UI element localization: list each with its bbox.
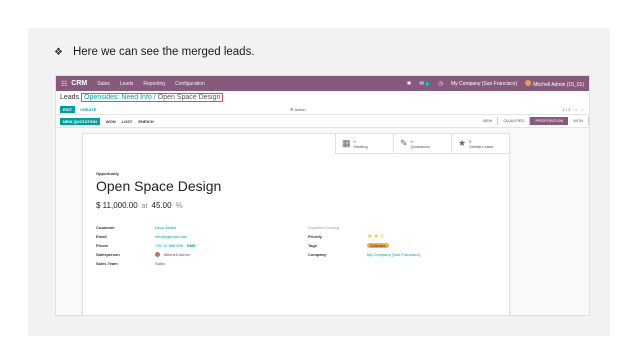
stage-pipeline: NEW QUALIFIED PROPOSITION WON [478,115,589,128]
similar-leads-label: Similar Leads [469,143,494,149]
similar-leads-smart-button[interactable]: ★ 5 Similar Leads [451,134,509,153]
top-navbar: ☷ CRM Sales Leads Reporting Configuratio… [56,76,589,91]
avatar [155,252,160,257]
grid-icon[interactable]: ☷ [61,80,67,88]
app-brand[interactable]: CRM [71,80,87,87]
chat-icon[interactable]: ✉ 1 [419,80,431,87]
chat-badge: 1 [423,80,431,86]
breadcrumb-separator: / [153,94,156,101]
breadcrumb-root[interactable]: Leads [60,94,79,101]
diamond-cluster-icon: ❖ [54,46,63,58]
user-menu[interactable]: Mitchell Admin (15_01) [525,79,584,88]
meeting-smart-button[interactable]: ▦ 0 Meeting [335,134,393,153]
record-title[interactable]: Open Space Design [96,178,221,194]
quotations-smart-button[interactable]: ✎ 0 Quotations [393,134,451,153]
stage-won[interactable]: WON [568,117,589,125]
enrich-button[interactable]: ENRICH [138,119,153,124]
create-button[interactable]: CREATE [80,107,96,112]
sms-button[interactable]: SMS [187,243,196,248]
fields-left: Customer Deco Addict Email info@agrolait… [96,223,196,268]
field-company: Company My Company (San Francisco) [308,250,420,259]
meeting-label: Meeting [353,143,368,149]
clock-icon[interactable]: ◷ [438,81,443,87]
field-sales-team: Sales Team Sales [96,259,196,268]
star-icon: ★ [458,138,467,148]
probability-unit: % [175,201,183,210]
revenue-line: $ 11,000.00 at 45.00 % [96,201,183,210]
edit-button[interactable]: EDIT [60,105,76,113]
email-value[interactable]: info@agrolait.com [155,234,187,239]
bug-icon[interactable]: ✱ [407,81,412,87]
stage-qualified[interactable]: QUALIFIED [498,117,531,125]
expected-revenue[interactable]: $ 11,000.00 [96,201,138,210]
slide: ❖ Here we can see the merged leads. ☷ CR… [28,28,610,336]
field-customer: Customer Deco Addict [96,223,196,232]
phone-value[interactable]: +32 10 588 558 [155,243,183,248]
field-phone: Phone +32 10 588 558 SMS [96,241,196,250]
field-label: Company [308,252,327,257]
breadcrumb-current: Open Space Design [157,94,221,101]
chevron-right-icon[interactable]: › [582,107,583,112]
field-label: Tags [308,243,318,248]
field-salesperson: Salesperson Mitchell Admin [96,250,196,259]
field-tags: Tags Software [308,241,420,250]
stage-new[interactable]: NEW [478,117,499,125]
stage-proposition[interactable]: PROPOSITION [530,117,569,125]
lost-button[interactable]: LOST [122,119,133,124]
field-label: Email [96,234,107,239]
customer-value[interactable]: Deco Addict [155,225,176,230]
action-menu-button[interactable]: ⚙ Action [290,107,306,112]
menu-configuration[interactable]: Configuration [175,81,205,87]
avatar [525,79,532,86]
edit-icon: ✎ [400,138,408,148]
phone-field: +32 10 588 558 SMS [155,243,196,248]
won-button[interactable]: WON [106,119,116,124]
record-type-label: Opportunity [96,171,119,176]
field-priority: Priority ★★☆ [308,232,420,241]
new-quotation-button[interactable]: NEW QUOTATION [60,117,100,125]
pager: 1 / 1 ‹ › [563,107,583,112]
salesperson-field[interactable]: Mitchell Admin [155,252,190,257]
pager-value[interactable]: 1 / 1 [563,107,571,112]
chevron-left-icon[interactable]: ‹ [575,107,576,112]
statusbar: NEW QUOTATION WON LOST ENRICH NEW QUALIF… [56,115,589,128]
navbar-systray: ✱ ✉ 1 ◷ My Company (San Francisco) Mitche… [407,79,584,88]
field-email: Email info@agrolait.com [96,232,196,241]
form-sheet: ▦ 0 Meeting ✎ 0 Quotations ★ 5 Similar Lead… [82,133,510,315]
control-buttons: EDIT CREATE ⚙ Action 1 / 1 ‹ › [56,104,589,115]
breadcrumb: Leads Opensides: Need Info / Open Space … [56,91,589,104]
salesperson-value: Mitchell Admin [164,252,190,257]
field-label: Phone [96,243,109,248]
user-name: Mitchell Admin (15_01) [533,81,584,88]
field-label: Priority [308,234,323,239]
company-switcher[interactable]: My Company (San Francisco) [451,81,517,87]
company-value[interactable]: My Company (San Francisco) [367,252,420,257]
revenue-at: at [141,203,148,210]
calendar-icon: ▦ [342,138,351,148]
odoo-screenshot: ☷ CRM Sales Leads Reporting Configuratio… [55,75,590,316]
priority-stars[interactable]: ★★☆ [367,233,386,240]
breadcrumb-parent[interactable]: Opensides: Need Info [84,94,152,101]
quotations-label: Quotations [410,143,430,149]
breadcrumb-highlight-box: Opensides: Need Info / Open Space Design [81,93,224,102]
tag-badge[interactable]: Software [367,243,389,248]
caption: ❖ Here we can see the merged leads. [54,46,255,58]
smart-buttons: ▦ 0 Meeting ✎ 0 Quotations ★ 5 Similar Lead… [335,134,509,154]
probability[interactable]: 45.00 [152,201,172,210]
menu-reporting[interactable]: Reporting [143,81,165,87]
field-label: Salesperson [96,252,120,257]
field-label: Expected Closing [308,225,340,230]
menu-sales[interactable]: Sales [97,81,110,87]
field-label: Customer [96,225,115,230]
field-label: Sales Team [96,261,118,266]
field-expected-closing: Expected Closing [308,223,420,232]
fields-right: Expected Closing Priority ★★☆ Tags Softw… [308,223,420,259]
menu-leads[interactable]: Leads [120,81,134,87]
caption-text: Here we can see the merged leads. [72,46,255,58]
sales-team-value[interactable]: Sales [155,261,165,266]
